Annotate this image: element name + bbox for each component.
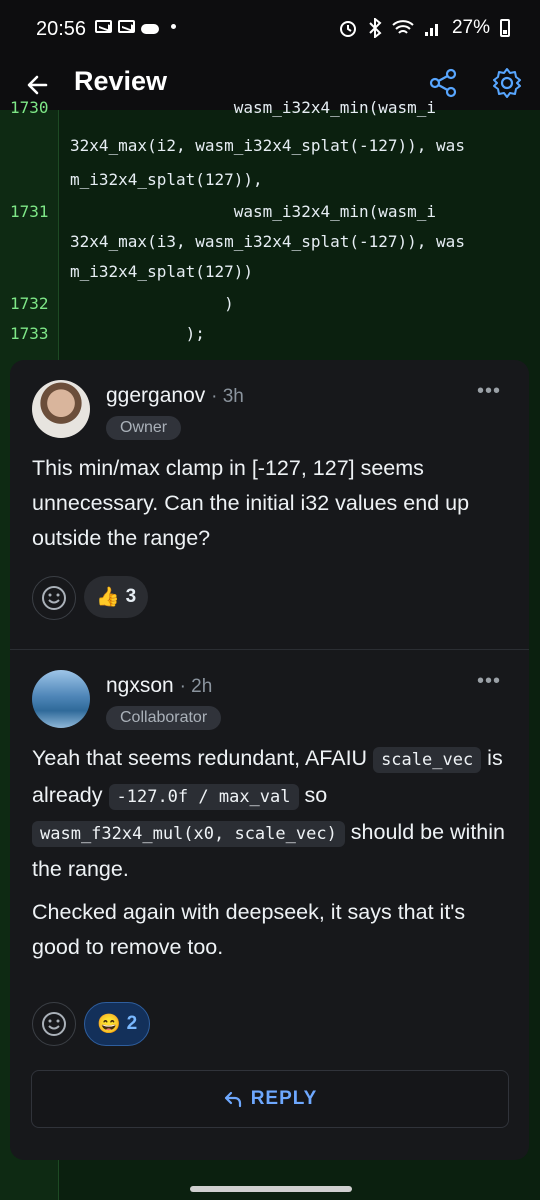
battery-icon	[500, 19, 510, 37]
smiley-icon	[42, 586, 66, 610]
thumbs-up-reaction[interactable]: 👍 3	[84, 576, 149, 618]
gesture-bar[interactable]	[190, 1186, 352, 1192]
page-title: Review	[74, 66, 168, 96]
mail-icon	[95, 20, 112, 33]
inline-code: scale_vec	[373, 747, 482, 773]
avatar[interactable]	[32, 380, 90, 438]
comment-body: Yeah that seems redundant, AFAIU scale_v…	[32, 746, 505, 881]
role-badge: Collaborator	[106, 706, 222, 730]
notification-icons	[95, 20, 176, 34]
back-arrow-icon[interactable]	[22, 68, 56, 102]
reply-button[interactable]: REPLY	[31, 1070, 509, 1128]
signal-icon	[424, 24, 438, 36]
comment-author[interactable]: ggerganov · 3h	[106, 384, 244, 408]
status-time: 20:56	[36, 18, 87, 40]
bluetooth-icon	[369, 18, 382, 38]
add-reaction-button[interactable]	[32, 1002, 76, 1046]
reply-arrow-icon	[224, 1091, 241, 1108]
comment-body: This min/max clamp in [-127, 127] seems …	[32, 456, 470, 550]
comment-thread: ggerganov · 3h Owner ••• This min/max cl…	[10, 360, 529, 1160]
laugh-icon: 😄	[97, 1014, 121, 1035]
reaction-count: 3	[125, 586, 137, 607]
smiley-icon	[42, 1012, 66, 1036]
mail-icon	[118, 20, 135, 33]
laugh-reaction[interactable]: 😄 2	[84, 1002, 151, 1046]
system-icons: 27%	[338, 17, 510, 39]
more-options-icon[interactable]: •••	[477, 670, 501, 693]
reply-label: REPLY	[250, 1088, 318, 1109]
comment-author[interactable]: ngxson · 2h	[106, 674, 212, 698]
reaction-count: 2	[126, 1013, 138, 1034]
avatar[interactable]	[32, 670, 90, 728]
alarm-icon	[339, 21, 356, 37]
comment-body-paragraph: Checked again with deepseek, it says tha…	[32, 900, 466, 959]
thumbs-up-icon: 👍	[96, 587, 120, 608]
share-icon[interactable]	[426, 66, 460, 100]
inline-code: -127.0f / max_val	[108, 784, 299, 810]
add-reaction-button[interactable]	[32, 576, 76, 620]
inline-code: wasm_f32x4_mul(x0, scale_vec)	[32, 821, 345, 847]
divider	[10, 649, 529, 650]
status-bar: 20:56 27%	[0, 0, 540, 60]
more-options-icon[interactable]: •••	[477, 380, 501, 403]
dot-icon	[171, 24, 176, 29]
wifi-icon	[392, 20, 414, 34]
role-badge: Owner	[106, 416, 182, 440]
cloud-icon	[141, 23, 159, 34]
battery-percent: 27%	[451, 17, 490, 38]
gear-icon[interactable]	[490, 66, 524, 100]
